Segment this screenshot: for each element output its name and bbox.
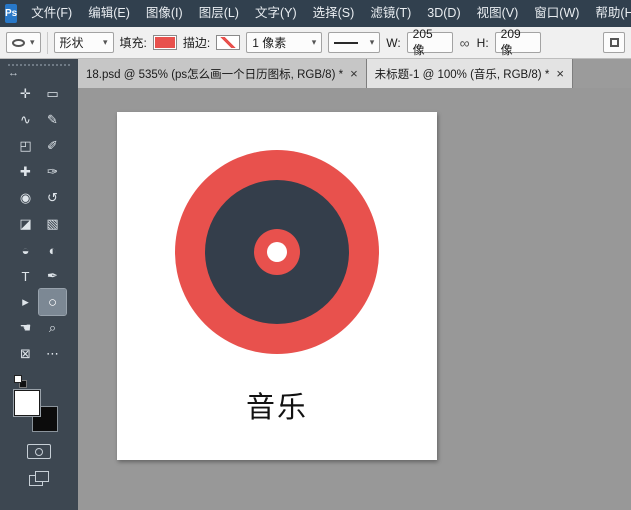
ellipse-tool[interactable]: ○ bbox=[39, 289, 66, 315]
quick-selection-tool[interactable]: ✎ bbox=[39, 107, 66, 133]
tool-preset-dropdown[interactable]: ▾ bbox=[6, 32, 41, 53]
music-icon-disc bbox=[205, 180, 349, 324]
photoshop-window: Ps 文件(F) 编辑(E) 图像(I) 图层(L) 文字(Y) 选择(S) 滤… bbox=[0, 0, 631, 510]
hand-tool[interactable]: ☚ bbox=[12, 315, 39, 341]
quick-mask-circle-icon bbox=[35, 448, 43, 456]
chevron-down-icon: ▾ bbox=[312, 38, 317, 47]
document-tab-1[interactable]: 18.psd @ 535% (ps怎么画一个日历图标, RGB/8) * × bbox=[78, 59, 367, 88]
tool-grid: ✛ ▭ ∿ ✎ ◰ ✐ ✚ ✑ ◉ ↺ ◪ ▧ ◒ ◐ T ✒ ▸ ○ ☚ ⌕ bbox=[12, 81, 66, 367]
foreground-color-swatch[interactable] bbox=[14, 390, 40, 416]
eyedropper-tool[interactable]: ✐ bbox=[39, 133, 66, 159]
stroke-width-value: 1 像素 bbox=[252, 34, 286, 51]
menu-file[interactable]: 文件(F) bbox=[23, 0, 80, 27]
path-operations-button[interactable] bbox=[603, 32, 625, 53]
document-tab-strip: 18.psd @ 535% (ps怎么画一个日历图标, RGB/8) * × 未… bbox=[78, 59, 631, 88]
menu-bar: Ps 文件(F) 编辑(E) 图像(I) 图层(L) 文字(Y) 选择(S) 滤… bbox=[0, 0, 631, 27]
tab-title: 18.psd @ 535% (ps怎么画一个日历图标, RGB/8) * bbox=[86, 66, 343, 82]
menu-window[interactable]: 窗口(W) bbox=[526, 0, 587, 27]
ps-logo-icon: Ps bbox=[5, 4, 17, 23]
blur-tool[interactable]: ◒ bbox=[12, 237, 39, 263]
pen-tool[interactable]: ✒ bbox=[39, 263, 66, 289]
ellipse-preset-icon bbox=[12, 39, 25, 47]
canvas-area: 音乐 bbox=[78, 88, 631, 510]
crop-tool[interactable]: ◰ bbox=[12, 133, 39, 159]
shape-height-input[interactable]: 209 像 bbox=[495, 32, 541, 53]
menu-view[interactable]: 视图(V) bbox=[469, 0, 527, 27]
tool-mode-value: 形状 bbox=[60, 34, 84, 51]
height-label: H: bbox=[477, 36, 489, 50]
music-icon-outer-circle bbox=[175, 150, 379, 354]
tool-mode-select[interactable]: 形状 ▾ bbox=[54, 32, 114, 53]
menu-select[interactable]: 选择(S) bbox=[305, 0, 363, 27]
tool-options-bar: ▾ 形状 ▾ 填充: 描边: 1 像素 ▾ ▾ W: 205 像 ∞ H: 20… bbox=[0, 27, 631, 59]
collapse-panel-icon[interactable]: ↔ bbox=[8, 67, 19, 81]
shape-width-value: 205 像 bbox=[413, 27, 447, 58]
move-tool[interactable]: ✛ bbox=[12, 81, 39, 107]
eraser-tool[interactable]: ◪ bbox=[12, 211, 39, 237]
shape-width-input[interactable]: 205 像 bbox=[407, 32, 453, 53]
brush-tool[interactable]: ✑ bbox=[39, 159, 66, 185]
music-icon-hub bbox=[254, 229, 300, 275]
color-swatch-widget bbox=[14, 375, 64, 432]
fill-label: 填充: bbox=[120, 34, 147, 51]
music-label: 音乐 bbox=[246, 384, 308, 426]
solid-line-icon bbox=[334, 42, 358, 44]
document-tab-2[interactable]: 未标题-1 @ 100% (音乐, RGB/8) * × bbox=[367, 59, 573, 88]
menu-image[interactable]: 图像(I) bbox=[138, 0, 191, 27]
tab-title: 未标题-1 @ 100% (音乐, RGB/8) * bbox=[375, 66, 550, 82]
lasso-tool[interactable]: ∿ bbox=[12, 107, 39, 133]
rectangular-marquee-tool[interactable]: ▭ bbox=[39, 81, 66, 107]
stroke-style-combo[interactable]: ▾ bbox=[328, 32, 380, 53]
spot-healing-brush-tool[interactable]: ✚ bbox=[12, 159, 39, 185]
document-canvas[interactable]: 音乐 bbox=[117, 112, 437, 460]
chevron-down-icon: ▾ bbox=[370, 38, 375, 47]
clone-stamp-tool[interactable]: ◉ bbox=[12, 185, 39, 211]
shape-height-value: 209 像 bbox=[501, 27, 535, 58]
more-tools-icon[interactable]: ⋯ bbox=[39, 341, 66, 367]
menu-edit[interactable]: 编辑(E) bbox=[80, 0, 138, 27]
close-icon[interactable]: × bbox=[556, 67, 564, 80]
artboard-tool[interactable]: ⊠ bbox=[12, 341, 39, 367]
mini-foreground-swatch bbox=[14, 375, 22, 383]
path-selection-tool[interactable]: ▸ bbox=[12, 289, 39, 315]
width-label: W: bbox=[386, 36, 400, 50]
menu-help[interactable]: 帮助(H) bbox=[587, 0, 631, 27]
screen-mode-icon-overlay bbox=[35, 471, 49, 482]
quick-mask-button[interactable] bbox=[27, 444, 51, 459]
separator bbox=[47, 32, 48, 54]
zoom-tool[interactable]: ⌕ bbox=[39, 315, 66, 341]
chevron-down-icon: ▾ bbox=[103, 38, 108, 47]
link-dimensions-icon[interactable]: ∞ bbox=[459, 36, 471, 50]
stroke-color-swatch[interactable] bbox=[216, 35, 240, 50]
music-icon-hole bbox=[267, 242, 287, 262]
tab-strip-filler bbox=[573, 59, 631, 88]
screen-mode-button[interactable] bbox=[29, 471, 49, 486]
fill-color-swatch[interactable] bbox=[153, 35, 177, 50]
menu-type[interactable]: 文字(Y) bbox=[247, 0, 305, 27]
panel-grip[interactable] bbox=[8, 64, 70, 66]
menu-layer[interactable]: 图层(L) bbox=[191, 0, 247, 27]
menu-filter[interactable]: 滤镜(T) bbox=[362, 0, 419, 27]
history-brush-tool[interactable]: ↺ bbox=[39, 185, 66, 211]
stroke-width-combo[interactable]: 1 像素 ▾ bbox=[246, 32, 322, 53]
dodge-tool[interactable]: ◐ bbox=[39, 237, 66, 263]
close-icon[interactable]: × bbox=[350, 67, 358, 80]
default-colors-icon[interactable] bbox=[14, 375, 27, 388]
tools-panel: ↔ ✛ ▭ ∿ ✎ ◰ ✐ ✚ ✑ ◉ ↺ ◪ ▧ ◒ ◐ T ✒ ▸ ○ ☚ bbox=[0, 59, 78, 510]
menu-3d[interactable]: 3D(D) bbox=[419, 0, 468, 27]
type-tool[interactable]: T bbox=[12, 263, 39, 289]
gradient-tool[interactable]: ▧ bbox=[39, 211, 66, 237]
foreground-background-swatches bbox=[14, 390, 58, 432]
work-area: 18.psd @ 535% (ps怎么画一个日历图标, RGB/8) * × 未… bbox=[78, 59, 631, 510]
chevron-down-icon: ▾ bbox=[30, 38, 35, 47]
stroke-label: 描边: bbox=[183, 34, 210, 51]
square-icon bbox=[610, 38, 619, 47]
